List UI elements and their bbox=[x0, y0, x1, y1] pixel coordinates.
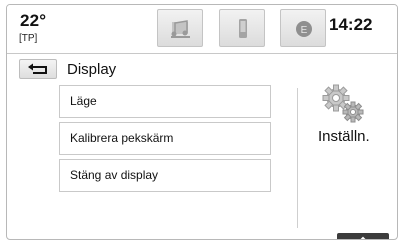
svg-text:E: E bbox=[301, 25, 308, 36]
audio-icon bbox=[171, 20, 190, 38]
back-button[interactable] bbox=[19, 59, 57, 79]
settings-gears-icon[interactable] bbox=[319, 83, 367, 127]
panel-divider bbox=[297, 88, 298, 228]
clock: 14:22 bbox=[329, 15, 373, 34]
menu-item-calibrate-touchscreen[interactable]: Kalibrera pekskärm bbox=[59, 122, 271, 155]
chevron-up-icon bbox=[360, 236, 366, 239]
status-bar: 22° [TP] E 14:22 bbox=[7, 5, 397, 54]
tab-phone[interactable] bbox=[219, 9, 265, 47]
back-arrow-icon bbox=[28, 63, 47, 74]
temperature: 22° bbox=[20, 11, 47, 30]
menu-item-mode[interactable]: Läge bbox=[59, 85, 271, 118]
tab-audio[interactable] bbox=[157, 9, 203, 47]
e-icon: E bbox=[296, 21, 312, 37]
settings-label[interactable]: Inställn. bbox=[318, 128, 370, 145]
scroll-up-button[interactable] bbox=[337, 233, 389, 239]
phone-icon bbox=[239, 19, 247, 38]
tab-e[interactable]: E bbox=[280, 9, 326, 47]
menu-item-turn-off-display[interactable]: Stäng av display bbox=[59, 159, 271, 192]
page-title: Display bbox=[67, 61, 117, 78]
infotainment-screen: 22° [TP] E 14:22 Display Läge Kalibrera … bbox=[6, 4, 398, 240]
traffic-program-indicator: [TP] bbox=[19, 33, 38, 44]
